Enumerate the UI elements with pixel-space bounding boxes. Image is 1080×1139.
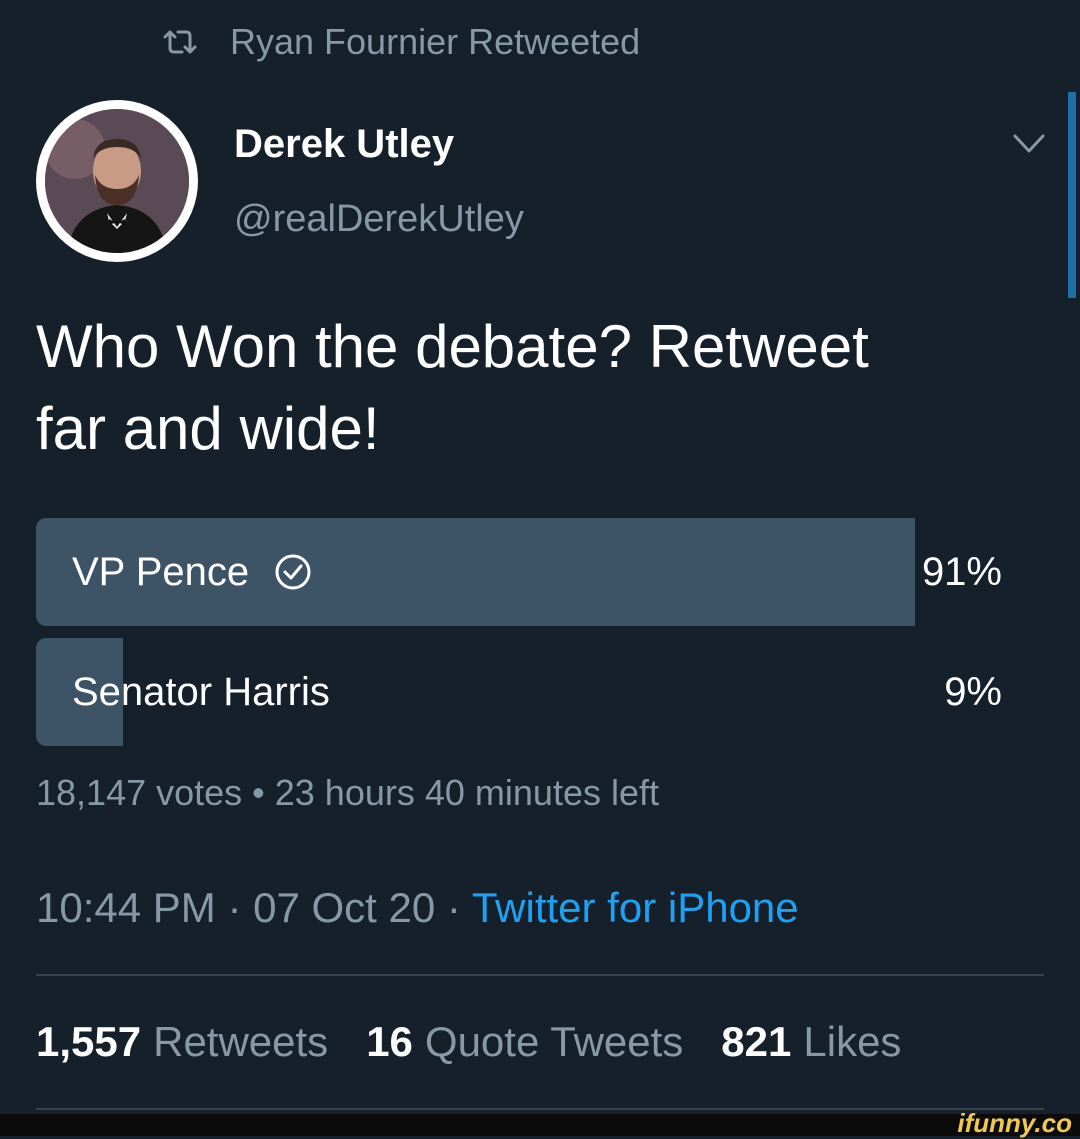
tweet-timestamp: 10:44 PM · 07 Oct 20 · Twitter for iPhon… bbox=[36, 884, 799, 932]
retweeted-by-header[interactable]: Ryan Fournier Retweeted bbox=[162, 20, 640, 64]
poll-option-label: VP Pence bbox=[72, 549, 250, 594]
poll-meta: 18,147 votes • 23 hours 40 minutes left bbox=[36, 772, 659, 813]
tweet-text-line-2: far and wide! bbox=[36, 395, 380, 462]
divider bbox=[36, 974, 1044, 976]
likes-stat[interactable]: 821 Likes bbox=[721, 1018, 901, 1066]
separator: · bbox=[446, 884, 461, 931]
author-display-name[interactable]: Derek Utley bbox=[234, 122, 454, 167]
quote-tweets-stat[interactable]: 16 Quote Tweets bbox=[366, 1018, 683, 1066]
tweet-text-line-1: Who Won the debate? Retweet bbox=[36, 313, 869, 380]
retweets-stat[interactable]: 1,557 Retweets bbox=[36, 1018, 328, 1066]
author-handle[interactable]: @realDerekUtley bbox=[234, 198, 524, 241]
tweet-date[interactable]: 07 Oct 20 bbox=[253, 884, 435, 931]
watermark-logo: ifunny.co bbox=[957, 1108, 1072, 1138]
poll-option-harris[interactable]: Senator Harris 9% bbox=[36, 638, 1002, 746]
avatar[interactable] bbox=[36, 100, 198, 262]
watermark-bar bbox=[0, 1114, 1080, 1136]
poll-option-percent: 91% bbox=[921, 549, 1002, 594]
tweet-text: Who Won the debate? Retweet far and wide… bbox=[36, 306, 1036, 470]
poll-option-percent: 9% bbox=[944, 669, 1002, 714]
divider bbox=[36, 1108, 1044, 1110]
check-circle-icon bbox=[275, 554, 311, 590]
tweet-source-link[interactable]: Twitter for iPhone bbox=[472, 884, 799, 931]
retweeted-by-text: Ryan Fournier Retweeted bbox=[230, 21, 641, 62]
poll-option-pence[interactable]: VP Pence 91% bbox=[36, 518, 1002, 626]
tweet-stats: 1,557 Retweets 16 Quote Tweets 821 Likes bbox=[36, 1018, 901, 1066]
tweet-time[interactable]: 10:44 PM bbox=[36, 884, 216, 931]
separator: · bbox=[227, 884, 242, 931]
retweet-icon bbox=[163, 30, 197, 54]
poll-option-label: Senator Harris bbox=[72, 669, 330, 714]
scroll-indicator bbox=[1068, 92, 1076, 298]
chevron-down-icon[interactable] bbox=[1012, 132, 1046, 156]
